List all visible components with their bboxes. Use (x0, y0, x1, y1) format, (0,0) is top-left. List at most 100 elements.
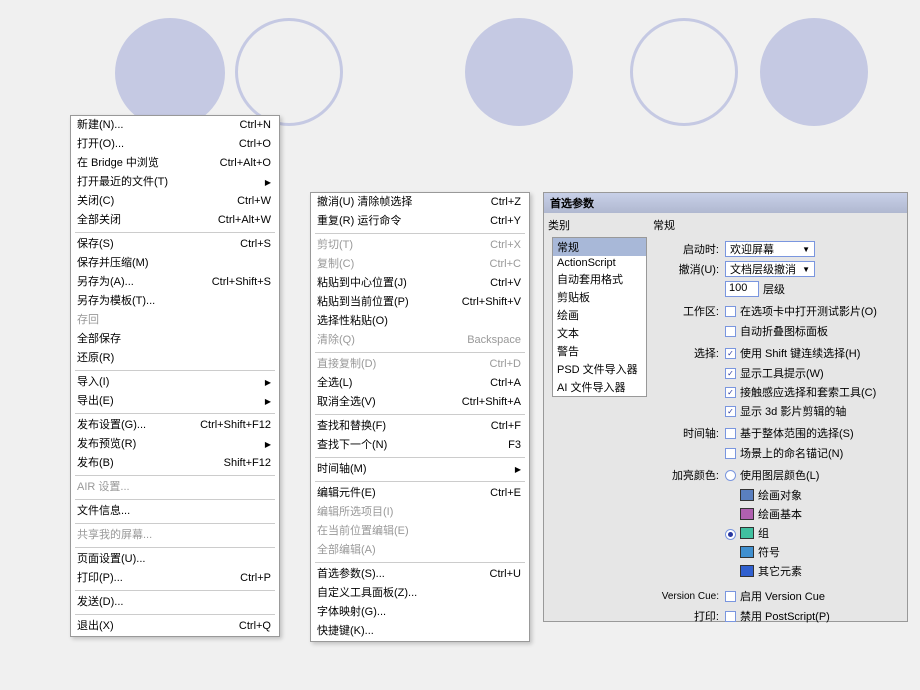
preferences-panel: 首选参数 类别 常规ActionScript自动套用格式剪贴板绘画文本警告PSD… (543, 192, 908, 622)
menu-item[interactable]: 查找和替换(F)Ctrl+F (311, 417, 529, 436)
menu-item[interactable]: 新建(N)...Ctrl+N (71, 116, 279, 135)
vcue-cb[interactable] (725, 591, 736, 602)
menu-item[interactable]: 保存(S)Ctrl+S (71, 235, 279, 254)
category-item[interactable]: 常规 (553, 238, 646, 256)
menu-item[interactable]: 时间轴(M)▶ (311, 460, 529, 479)
menu-item[interactable]: 退出(X)Ctrl+Q (71, 617, 279, 636)
menu-item[interactable]: 取消全选(V)Ctrl+Shift+A (311, 393, 529, 412)
menu-item[interactable]: 保存并压缩(M) (71, 254, 279, 273)
category-item[interactable]: 自动套用格式 (553, 270, 646, 288)
startup-dropdown[interactable]: 欢迎屏幕▼ (725, 241, 815, 257)
select-cb2[interactable] (725, 368, 736, 379)
menu-item[interactable]: 还原(R) (71, 349, 279, 368)
category-item[interactable]: 文本 (553, 324, 646, 342)
menu-item[interactable]: 撤消(U) 清除帧选择Ctrl+Z (311, 193, 529, 212)
bg-circle (630, 18, 738, 126)
submenu-arrow-icon: ▶ (265, 175, 271, 190)
chevron-down-icon: ▼ (802, 265, 810, 274)
menu-item[interactable]: 另存为模板(T)... (71, 292, 279, 311)
color-swatch[interactable] (740, 565, 754, 577)
select-cb1[interactable] (725, 348, 736, 359)
category-item[interactable]: 绘画 (553, 306, 646, 324)
timeline-cb2[interactable] (725, 448, 736, 459)
menu-item[interactable]: 发布设置(G)...Ctrl+Shift+F12 (71, 416, 279, 435)
bg-circle (465, 18, 573, 126)
menu-item: 在当前位置编辑(E) (311, 522, 529, 541)
menu-item[interactable]: 打开(O)...Ctrl+O (71, 135, 279, 154)
menu-item[interactable]: 编辑元件(E)Ctrl+E (311, 484, 529, 503)
panel-title: 首选参数 (544, 193, 907, 213)
menu-item[interactable]: 全部关闭Ctrl+Alt+W (71, 211, 279, 230)
menu-item[interactable]: 发布预览(R)▶ (71, 435, 279, 454)
menu-item[interactable]: 导出(E)▶ (71, 392, 279, 411)
highlight-label: 加亮颜色: (653, 467, 719, 483)
category-item[interactable]: 剪贴板 (553, 288, 646, 306)
menu-item[interactable]: 首选参数(S)...Ctrl+U (311, 565, 529, 584)
menu-item[interactable]: 快捷键(K)... (311, 622, 529, 641)
timeline-label: 时间轴: (653, 425, 719, 441)
menu-item: 复制(C)Ctrl+C (311, 255, 529, 274)
select-cb3[interactable] (725, 387, 736, 398)
bg-circle (760, 18, 868, 126)
chevron-down-icon: ▼ (802, 245, 810, 254)
submenu-arrow-icon: ▶ (265, 437, 271, 452)
print-cb[interactable] (725, 611, 736, 622)
edit-menu: 撤消(U) 清除帧选择Ctrl+Z重复(R) 运行命令Ctrl+Y 剪切(T)Ct… (310, 192, 530, 642)
category-item[interactable]: ActionScript (553, 256, 646, 270)
menu-item[interactable]: 文件信息... (71, 502, 279, 521)
menu-item: AIR 设置... (71, 478, 279, 497)
menu-item[interactable]: 粘贴到当前位置(P)Ctrl+Shift+V (311, 293, 529, 312)
category-item[interactable]: PSD 文件导入器 (553, 360, 646, 378)
highlight-rb1[interactable] (725, 470, 736, 481)
category-item[interactable]: AI 文件导入器 (553, 378, 646, 396)
workspace-cb1[interactable] (725, 306, 736, 317)
menu-item: 全部编辑(A) (311, 541, 529, 560)
submenu-arrow-icon: ▶ (265, 394, 271, 409)
menu-item[interactable]: 导入(I)▶ (71, 373, 279, 392)
undo-levels-input[interactable]: 100 (725, 281, 759, 297)
highlight-rb2[interactable] (725, 529, 736, 540)
undo-levels-label: 层级 (763, 281, 785, 297)
color-swatch[interactable] (740, 489, 754, 501)
workspace-label: 工作区: (653, 303, 719, 319)
submenu-arrow-icon: ▶ (515, 462, 521, 477)
menu-item[interactable]: 选择性粘贴(O) (311, 312, 529, 331)
print-label: 打印: (653, 608, 719, 624)
menu-item[interactable]: 关闭(C)Ctrl+W (71, 192, 279, 211)
select-cb4[interactable] (725, 406, 736, 417)
settings-title: 常规 (653, 217, 901, 233)
menu-item[interactable]: 发送(D)... (71, 593, 279, 612)
menu-item[interactable]: 在 Bridge 中浏览Ctrl+Alt+O (71, 154, 279, 173)
file-menu: 新建(N)...Ctrl+N打开(O)...Ctrl+O在 Bridge 中浏览… (70, 115, 280, 637)
color-swatch[interactable] (740, 546, 754, 558)
menu-item[interactable]: 全部保存 (71, 330, 279, 349)
menu-item[interactable]: 全选(L)Ctrl+A (311, 374, 529, 393)
bg-circle (235, 18, 343, 126)
menu-item[interactable]: 打印(P)...Ctrl+P (71, 569, 279, 588)
menu-item: 直接复制(D)Ctrl+D (311, 355, 529, 374)
category-item[interactable]: 警告 (553, 342, 646, 360)
select-label: 选择: (653, 345, 719, 361)
menu-item: 共享我的屏幕... (71, 526, 279, 545)
menu-item[interactable]: 字体映射(G)... (311, 603, 529, 622)
menu-item: 剪切(T)Ctrl+X (311, 236, 529, 255)
category-list[interactable]: 常规ActionScript自动套用格式剪贴板绘画文本警告PSD 文件导入器AI… (552, 237, 647, 397)
color-swatch[interactable] (740, 508, 754, 520)
color-swatch[interactable] (740, 527, 754, 539)
menu-item[interactable]: 页面设置(U)... (71, 550, 279, 569)
bg-circle (115, 18, 225, 128)
menu-item[interactable]: 重复(R) 运行命令Ctrl+Y (311, 212, 529, 231)
category-label: 类别 (548, 217, 647, 233)
menu-item[interactable]: 自定义工具面板(Z)... (311, 584, 529, 603)
menu-item[interactable]: 查找下一个(N)F3 (311, 436, 529, 455)
timeline-cb1[interactable] (725, 428, 736, 439)
menu-item[interactable]: 发布(B)Shift+F12 (71, 454, 279, 473)
vcue-label: Version Cue: (653, 591, 719, 602)
menu-item: 清除(Q)Backspace (311, 331, 529, 350)
menu-item[interactable]: 粘贴到中心位置(J)Ctrl+V (311, 274, 529, 293)
menu-item[interactable]: 另存为(A)...Ctrl+Shift+S (71, 273, 279, 292)
menu-item[interactable]: 打开最近的文件(T)▶ (71, 173, 279, 192)
workspace-cb2[interactable] (725, 326, 736, 337)
undo-dropdown[interactable]: 文档层级撤消▼ (725, 261, 815, 277)
submenu-arrow-icon: ▶ (265, 375, 271, 390)
